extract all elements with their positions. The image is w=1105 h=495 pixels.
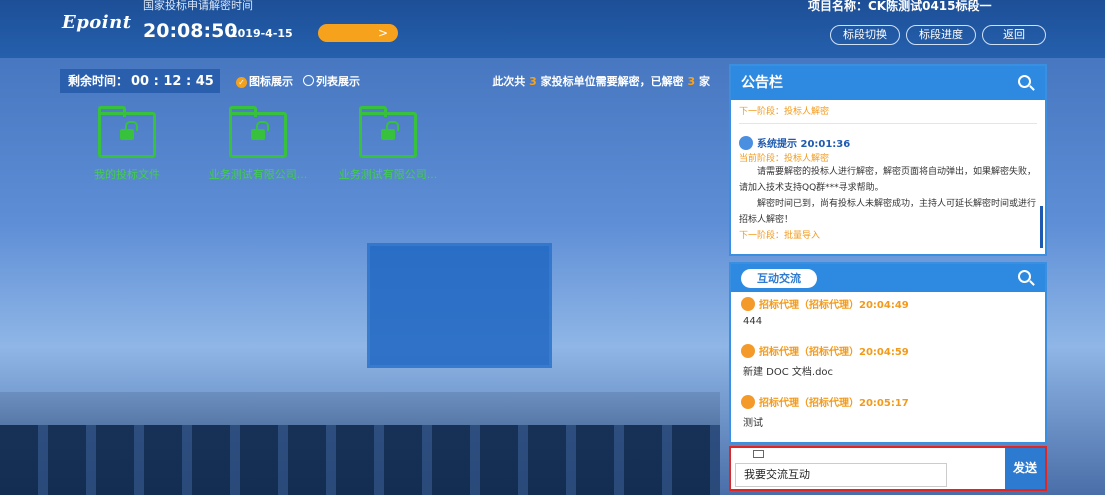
- chat-header: 互动交流: [731, 264, 1045, 292]
- notice-list: 下一阶段：投标人解密 系统提示 20:01:36 当前阶段：投标人解密 请需要解…: [731, 100, 1045, 250]
- summary-pre: 此次共: [492, 75, 526, 88]
- view-icon-label: 图标展示: [249, 75, 293, 88]
- search-icon[interactable]: [1018, 270, 1031, 283]
- notice-scrollbar[interactable]: [1040, 206, 1043, 248]
- notice-entry-text: 解密时间已到，尚有投标人未解密成功，主持人可延长解密时间或进行招标人解密！: [739, 199, 1037, 225]
- header-label: 国家投标申请解密时间: [143, 0, 253, 12]
- notice-header: 公告栏: [731, 66, 1045, 100]
- chat-message: 招标代理（招标代理）20:04:59 新建 DOC 文档.doc: [731, 339, 1045, 378]
- stage-screen-decoration: [367, 243, 552, 368]
- seats-decoration: [0, 425, 720, 495]
- notice-panel: 公告栏 下一阶段：投标人解密 系统提示 20:01:36 当前阶段：投标人解密 …: [729, 64, 1047, 256]
- view-list-radio[interactable]: 列表展示: [303, 73, 360, 89]
- view-icon-radio[interactable]: ✓ 图标展示: [236, 73, 293, 89]
- notice-entry-title: 系统提示 20:01:36: [757, 139, 851, 150]
- notice-title: 公告栏: [741, 75, 783, 91]
- user-avatar-icon: [741, 297, 755, 311]
- system-avatar-icon: [739, 136, 753, 150]
- decrypt-summary: 此次共 3 家投标单位需要解密，已解密 3 家: [492, 73, 710, 89]
- epoint-logo: Epoint: [62, 12, 132, 33]
- search-icon[interactable]: [1018, 75, 1031, 88]
- bidder-folder[interactable]: 业务测试有限公司...: [328, 106, 448, 182]
- project-name: 项目名称：CK陈测试0415标段一: [808, 0, 992, 13]
- top-header: Epoint 国家投标申请解密时间 20:08:50 2019-4-15 > 项…: [0, 0, 1105, 58]
- send-button[interactable]: 发送: [1005, 448, 1045, 489]
- unlock-icon: [251, 121, 269, 140]
- summary-post: 家: [699, 75, 710, 88]
- notice-entry: 系统提示 20:01:36 当前阶段：投标人解密 请需要解密的投标人进行解密，解…: [739, 124, 1037, 241]
- bid-file-folder[interactable]: 我的投标文件: [67, 106, 187, 182]
- notice-entry-text: 请需要解密的投标人进行解密，解密页面将自动弹出，如果解密失败，请加入技术支持QQ…: [739, 167, 1037, 193]
- switch-section-button[interactable]: 标段切换: [830, 25, 900, 45]
- notice-entry-stage: 当前阶段：投标人解密: [739, 154, 830, 164]
- timer-value: 00 : 12 : 45: [131, 74, 214, 89]
- current-time: 20:08:50: [143, 20, 238, 42]
- chat-text[interactable]: 新建 DOC 文档.doc: [741, 363, 1035, 378]
- folder-label: 我的投标文件: [94, 168, 160, 181]
- user-avatar-icon: [741, 395, 755, 409]
- chat-text: 444: [743, 316, 763, 327]
- user-avatar-icon: [741, 344, 755, 358]
- chat-sender: 招标代理（招标代理）20:04:49: [759, 300, 909, 311]
- chat-sender: 招标代理（招标代理）20:05:17: [759, 398, 909, 409]
- decrypt-toolbar: 剩余时间： 00 : 12 : 45 ✓ 图标展示 列表展示 此次共 3 家投标单位…: [60, 69, 710, 93]
- back-button[interactable]: 返回: [982, 25, 1046, 45]
- check-icon: ✓: [236, 77, 247, 88]
- chat-sender: 招标代理（招标代理）20:04:59: [759, 347, 909, 358]
- unlock-icon: [120, 121, 138, 140]
- tab-interactive-chat[interactable]: 互动交流: [741, 269, 817, 288]
- view-list-label: 列表展示: [316, 75, 360, 88]
- notice-next-stage: 下一阶段：投标人解密: [739, 100, 1037, 124]
- current-date: 2019-4-15: [230, 27, 293, 40]
- remaining-time: 剩余时间： 00 : 12 : 45: [60, 69, 220, 93]
- chat-message: 招标代理（招标代理）20:04:49 444: [731, 292, 1045, 327]
- chat-message: 招标代理（招标代理）20:05:17 测试: [731, 390, 1045, 429]
- folder-icon: [359, 106, 417, 158]
- summary-mid: 家投标单位需要解密，已解密: [540, 75, 684, 88]
- section-progress-button[interactable]: 标段进度: [906, 25, 976, 45]
- radio-empty-icon: [303, 75, 314, 86]
- attach-file-icon[interactable]: [753, 450, 764, 458]
- folder-label: 业务测试有限公司...: [338, 168, 438, 181]
- folder-icon: [229, 106, 287, 158]
- next-arrow-button[interactable]: >: [318, 24, 398, 42]
- folder-label: 业务测试有限公司...: [208, 168, 308, 181]
- summary-total: 3: [529, 75, 537, 88]
- unlock-icon: [381, 121, 399, 140]
- timer-label: 剩余时间：: [68, 74, 129, 88]
- notice-entry-next: 下一阶段：批量导入: [739, 231, 821, 241]
- folder-icon: [98, 106, 156, 158]
- chat-input[interactable]: 我要交流互动: [735, 463, 947, 487]
- summary-done: 3: [687, 75, 696, 88]
- chat-composer: 我要交流互动 发送: [729, 446, 1047, 491]
- chat-panel: 互动交流 招标代理（招标代理）20:04:49 444 招标代理（招标代理）20…: [729, 262, 1047, 444]
- bidder-folder[interactable]: 业务测试有限公司...: [198, 106, 318, 182]
- chat-text: 测试: [743, 418, 763, 429]
